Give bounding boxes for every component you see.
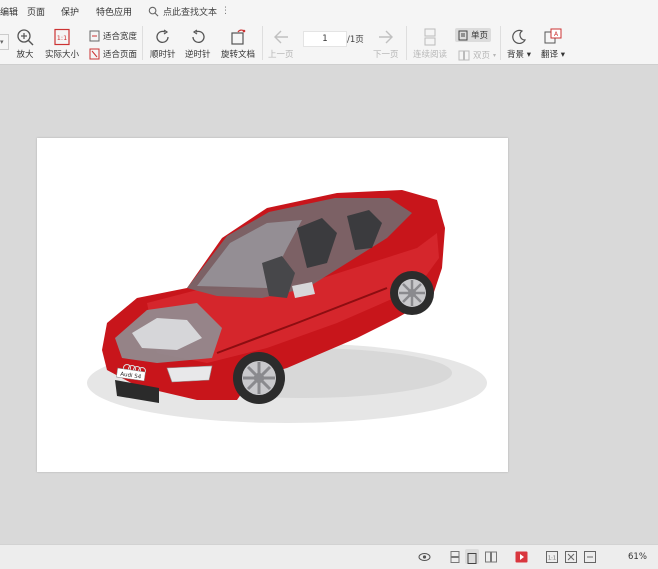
rotate-document-icon xyxy=(231,29,246,45)
toolbar-divider xyxy=(262,26,263,60)
fit-page-icon[interactable] xyxy=(565,551,577,563)
double-page-button[interactable]: 双页 ▾ xyxy=(458,49,496,61)
continuous-pages-icon xyxy=(424,28,436,46)
fit-page-label: 适合页面 xyxy=(103,50,138,60)
document-canvas[interactable]: Audi S4 xyxy=(0,65,658,544)
continuous-reading-button[interactable]: 连续阅读 xyxy=(413,28,447,60)
rotate-clockwise-icon xyxy=(156,29,169,43)
more-icon[interactable]: ⋮ xyxy=(221,6,230,16)
translate-button[interactable]: A 翻译 ▾ xyxy=(541,28,565,60)
front-wheel xyxy=(233,352,285,404)
toolbar-divider xyxy=(500,26,501,60)
translate-icon: A xyxy=(544,28,562,44)
rotate-document-button[interactable]: 旋转文档 xyxy=(221,28,255,60)
menu-edit[interactable]: 编辑 xyxy=(0,5,18,18)
fit-page-button[interactable]: 适合页面 xyxy=(89,48,137,60)
next-page-label: 下一页 xyxy=(373,50,399,60)
eye-icon[interactable] xyxy=(418,551,431,563)
search-icon xyxy=(148,6,159,16)
page-number-input[interactable]: 1 xyxy=(303,31,347,47)
actual-size-button[interactable]: 1:1 实际大小 xyxy=(45,28,79,60)
toolbar-divider xyxy=(406,26,407,60)
rotate-counterclockwise-button[interactable]: 逆时针 xyxy=(185,28,211,60)
actual-size-label: 实际大小 xyxy=(45,50,80,60)
previous-page-label: 上一页 xyxy=(268,50,294,60)
menu-bar: 编辑 页面 保护 特色应用 点此查找文本 ⋮ xyxy=(0,0,658,22)
zoom-in-label: 放大 xyxy=(16,50,34,60)
actual-size-icon: 1:1 xyxy=(54,28,70,46)
zoom-level[interactable]: 61% xyxy=(628,552,647,562)
search-box[interactable]: 点此查找文本 ⋮ xyxy=(148,4,230,18)
continuous-view-icon[interactable] xyxy=(450,551,460,563)
translate-label: 翻译 ▾ xyxy=(541,50,565,60)
menu-page[interactable]: 页面 xyxy=(27,5,45,18)
arrow-right-icon xyxy=(378,30,393,44)
fit-width-label: 适合宽度 xyxy=(103,32,138,42)
single-page-view-icon xyxy=(467,553,477,564)
zoom-in-button[interactable]: 放大 xyxy=(16,28,34,60)
toolbar: ▾ 放大 1:1 实际大小 适合宽度 适合页面 顺时针 逆时针 旋转文档 上一页… xyxy=(0,22,658,65)
single-page-icon xyxy=(458,30,468,40)
continuous-reading-label: 连续阅读 xyxy=(413,50,448,60)
play-slideshow-icon[interactable] xyxy=(515,551,528,563)
actual-size-icon[interactable]: 1:1 xyxy=(546,551,558,563)
toolbar-divider xyxy=(142,26,143,60)
single-page-label: 单页 xyxy=(471,31,489,41)
menu-protect[interactable]: 保护 xyxy=(61,5,79,18)
background-label: 背景 ▾ xyxy=(507,50,531,60)
status-bar: 1:1 61% xyxy=(0,544,658,569)
rotate-document-label: 旋转文档 xyxy=(221,50,256,60)
svg-text:1:1: 1:1 xyxy=(548,556,556,562)
fit-width-button[interactable]: 适合宽度 xyxy=(89,30,137,42)
page-total: /1页 xyxy=(347,35,364,45)
double-page-icon xyxy=(458,50,470,60)
fit-width-icon xyxy=(89,30,100,42)
rotate-clockwise-button[interactable]: 顺时针 xyxy=(150,28,176,60)
svg-text:1:1: 1:1 xyxy=(57,34,67,42)
background-button[interactable]: 背景 ▾ xyxy=(507,28,531,60)
document-page: Audi S4 xyxy=(37,138,508,472)
previous-page-button[interactable]: 上一页 xyxy=(268,28,294,60)
rotate-counterclockwise-label: 逆时针 xyxy=(185,50,211,60)
search-placeholder: 点此查找文本 xyxy=(163,7,218,18)
arrow-left-icon xyxy=(273,30,288,44)
zoom-in-icon xyxy=(17,29,34,46)
double-page-view-icon[interactable] xyxy=(485,551,497,563)
dropdown-arrow-icon[interactable]: ▾ xyxy=(0,34,9,50)
rotate-counterclockwise-icon xyxy=(192,29,205,43)
single-page-view-button[interactable] xyxy=(465,549,479,564)
double-page-label: 双页 xyxy=(473,51,491,61)
rear-wheel xyxy=(390,271,434,315)
fit-page-icon xyxy=(89,48,100,60)
moon-icon xyxy=(512,29,526,44)
car-cutaway-image: Audi S4 xyxy=(87,190,487,423)
chevron-down-icon: ▾ xyxy=(493,51,497,59)
rotate-clockwise-label: 顺时针 xyxy=(150,50,176,60)
next-page-button[interactable]: 下一页 xyxy=(373,28,399,60)
fit-width-icon[interactable] xyxy=(584,551,596,563)
menu-special-apps[interactable]: 特色应用 xyxy=(96,5,132,18)
single-page-button[interactable]: 单页 xyxy=(455,28,492,42)
